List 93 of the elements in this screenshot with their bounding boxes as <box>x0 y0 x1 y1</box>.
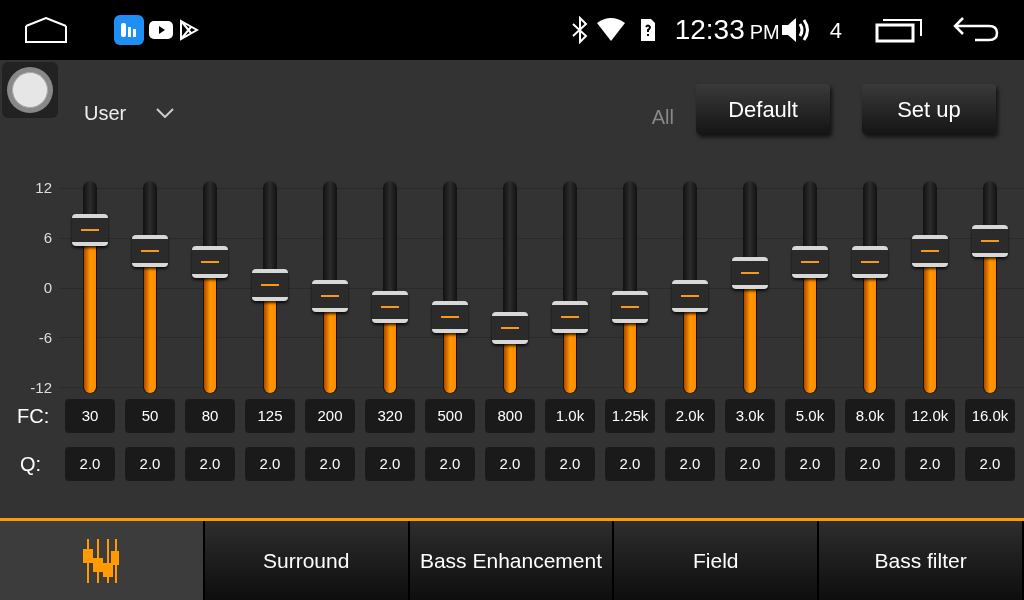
slider[interactable] <box>251 181 289 394</box>
q-field[interactable]: 2.0 <box>245 447 295 481</box>
slider-thumb[interactable] <box>132 235 168 268</box>
slider[interactable] <box>791 181 829 394</box>
frequency-field[interactable]: 200 <box>305 399 355 433</box>
slider-thumb[interactable] <box>192 245 228 278</box>
q-field[interactable]: 2.0 <box>905 447 955 481</box>
preset-dropdown[interactable]: User <box>84 100 175 126</box>
slider-thumb[interactable] <box>552 301 588 334</box>
slider[interactable] <box>611 181 649 394</box>
slider[interactable] <box>371 181 409 394</box>
q-label: Q: <box>19 452 43 477</box>
frequency-field[interactable]: 1.25k <box>605 399 655 433</box>
q-field[interactable]: 2.0 <box>605 447 655 481</box>
q-field[interactable]: 2.0 <box>785 447 835 481</box>
frequency-field[interactable]: 125 <box>245 399 295 433</box>
toggle-button[interactable] <box>2 62 58 118</box>
slider[interactable] <box>191 181 229 394</box>
slider[interactable] <box>851 181 889 394</box>
frequency-field[interactable]: 8.0k <box>845 399 895 433</box>
tab[interactable]: Bass Enhancement <box>409 521 615 600</box>
preset-button[interactable]: Default <box>696 84 830 134</box>
scale-label: 0 <box>43 280 52 296</box>
equalizer-tab[interactable] <box>0 521 205 600</box>
recent-apps-icon[interactable] <box>875 17 923 43</box>
frequency-field[interactable]: 1.0k <box>545 399 595 433</box>
q-field[interactable]: 2.0 <box>725 447 775 481</box>
volume-level: 4 <box>829 16 842 45</box>
clock-time: 12:33 <box>674 13 745 47</box>
q-field[interactable]: 2.0 <box>965 447 1015 481</box>
slider-thumb[interactable] <box>432 301 468 334</box>
q-field[interactable]: 2.0 <box>845 447 895 481</box>
frequency-field[interactable]: 3.0k <box>725 399 775 433</box>
frequency-field[interactable]: 2.0k <box>665 399 715 433</box>
chevron-down-icon <box>156 108 175 118</box>
frequency-field[interactable]: 80 <box>185 399 235 433</box>
frequency-field[interactable]: 5.0k <box>785 399 835 433</box>
scale-label: 12 <box>35 180 52 196</box>
frequency-field[interactable]: 320 <box>365 399 415 433</box>
q-field[interactable]: 2.0 <box>305 447 355 481</box>
frequency-field[interactable]: 30 <box>65 399 115 433</box>
slider[interactable] <box>71 181 109 394</box>
q-field[interactable]: 2.0 <box>65 447 115 481</box>
play-store-icon <box>179 19 199 41</box>
slider-thumb[interactable] <box>312 280 348 313</box>
q-field[interactable]: 2.0 <box>125 447 175 481</box>
clock-meridiem: PM <box>749 20 780 45</box>
wifi-icon <box>594 17 627 43</box>
frequency-field[interactable]: 800 <box>485 399 535 433</box>
scale-label: -6 <box>38 330 52 346</box>
back-icon[interactable] <box>953 16 999 44</box>
slider-thumb[interactable] <box>492 312 528 344</box>
q-field[interactable]: 2.0 <box>185 447 235 481</box>
frequency-field[interactable]: 16.0k <box>965 399 1015 433</box>
slider-thumb[interactable] <box>372 290 408 323</box>
slider[interactable] <box>431 181 469 394</box>
scale-label: -12 <box>30 380 52 396</box>
slider-thumb[interactable] <box>852 245 888 278</box>
tab[interactable]: Bass filter <box>819 521 1024 600</box>
tab[interactable]: Field <box>614 521 820 600</box>
scale-label: 6 <box>43 230 52 246</box>
slider[interactable] <box>491 181 529 394</box>
slider[interactable] <box>671 181 709 394</box>
slider-thumb[interactable] <box>792 245 828 278</box>
all-label[interactable]: All <box>651 102 674 132</box>
slider[interactable] <box>731 181 769 394</box>
q-field[interactable]: 2.0 <box>365 447 415 481</box>
slider-thumb[interactable] <box>252 269 288 302</box>
slider-thumb[interactable] <box>72 214 108 246</box>
slider[interactable] <box>311 181 349 394</box>
slider-thumb[interactable] <box>612 290 648 323</box>
fc-label: FC: <box>16 404 51 429</box>
slider[interactable] <box>911 181 949 394</box>
slider-thumb[interactable] <box>912 235 948 268</box>
home-icon[interactable] <box>25 17 67 43</box>
preset-button[interactable]: Set up <box>862 84 996 134</box>
equalizer-app-icon[interactable] <box>114 15 144 45</box>
frequency-field[interactable]: 12.0k <box>905 399 955 433</box>
video-play-icon <box>149 21 173 39</box>
frequency-field[interactable]: 50 <box>125 399 175 433</box>
slider[interactable] <box>971 181 1009 394</box>
q-field[interactable]: 2.0 <box>665 447 715 481</box>
tab[interactable]: Surround <box>204 521 410 600</box>
slider-thumb[interactable] <box>672 280 708 313</box>
slider-thumb[interactable] <box>732 256 768 289</box>
q-field[interactable]: 2.0 <box>545 447 595 481</box>
slider-thumb[interactable] <box>972 224 1008 257</box>
equalizer-icon <box>82 538 121 583</box>
slider[interactable] <box>551 181 589 394</box>
q-field[interactable]: 2.0 <box>485 447 535 481</box>
q-field[interactable]: 2.0 <box>425 447 475 481</box>
frequency-field[interactable]: 500 <box>425 399 475 433</box>
slider[interactable] <box>131 181 169 394</box>
